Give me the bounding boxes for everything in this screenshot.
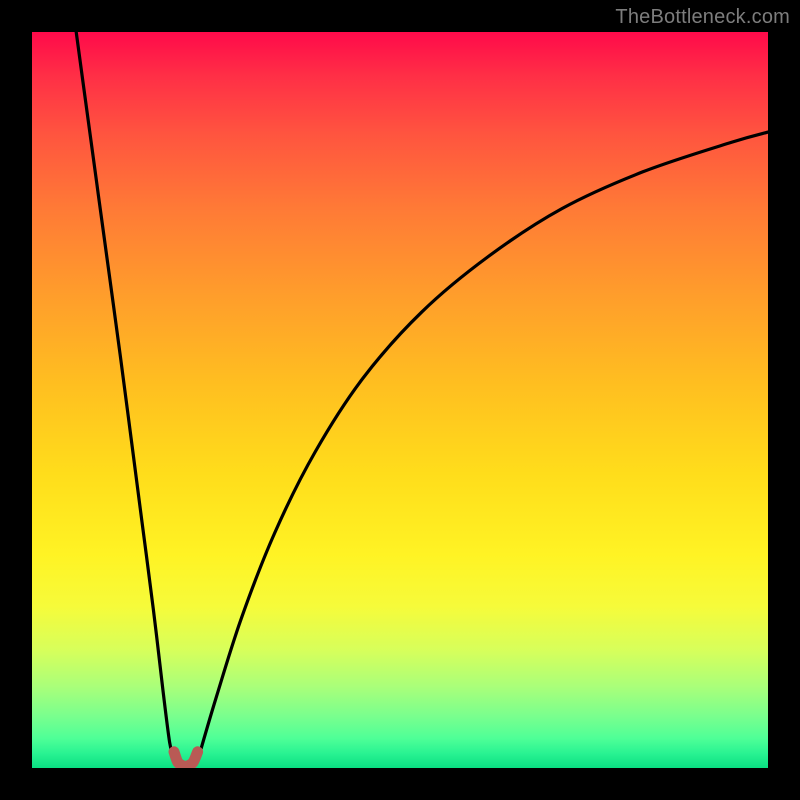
left-curve: [76, 32, 174, 761]
curve-layer: [32, 32, 768, 768]
chart-frame: TheBottleneck.com: [0, 0, 800, 800]
watermark-text: TheBottleneck.com: [615, 6, 790, 29]
right-curve: [198, 132, 768, 761]
trough-marker: [174, 752, 198, 766]
plot-area: [32, 32, 768, 768]
